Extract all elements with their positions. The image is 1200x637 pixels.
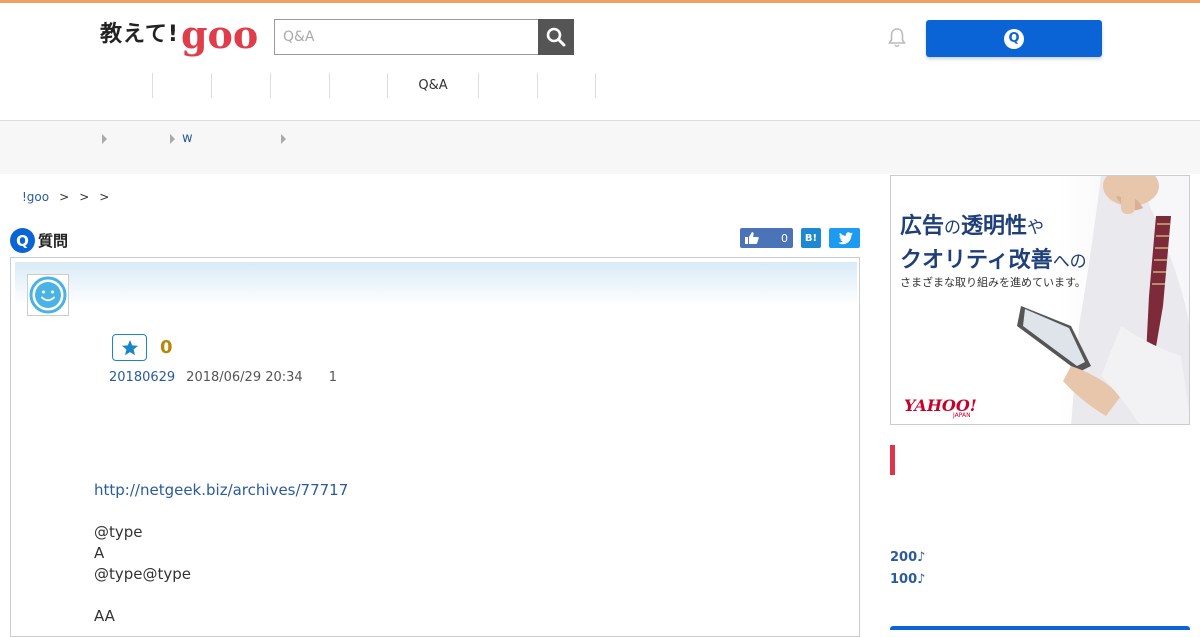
ad-headline-2: クオリティ改善への: [900, 242, 1087, 274]
main-nav: Q&A: [93, 73, 596, 98]
top-accent-bar: [0, 0, 1200, 3]
twitter-bird-icon: [837, 231, 853, 244]
yahoo-logo-sub: JAPAN: [953, 412, 971, 419]
breadcrumb-separator: >: [79, 190, 90, 204]
category-link[interactable]: w: [182, 131, 193, 146]
category-arrow-icon: [281, 134, 286, 144]
question-body: http://netgeek.biz/archives/77717 @type …: [94, 480, 348, 627]
facebook-like-button[interactable]: 0: [740, 228, 793, 248]
nav-item-3[interactable]: [211, 73, 270, 98]
nav-item-8[interactable]: [537, 73, 596, 98]
question-meta: 20180629 2018/06/29 20:34 1: [109, 370, 337, 385]
notification-button[interactable]: [885, 26, 909, 50]
breadcrumb: !goo > > >: [22, 190, 109, 204]
ad-text: や: [1027, 218, 1045, 238]
tweet-button[interactable]: [829, 228, 860, 248]
smiley-avatar-icon: [29, 276, 67, 314]
question-author[interactable]: 20180629: [109, 370, 175, 385]
search-bar: [274, 19, 574, 55]
avatar[interactable]: [27, 274, 69, 316]
sidebar-button-edge[interactable]: [890, 626, 1190, 630]
question-heading: Q 質問: [10, 228, 68, 253]
favorite-button[interactable]: [112, 334, 147, 361]
search-input[interactable]: [274, 19, 538, 55]
search-icon: [546, 27, 566, 47]
site-logo[interactable]: 教えて! goo: [100, 14, 258, 54]
sidebar-points-2: 100♪: [890, 572, 926, 587]
sidebar-section-marker: [890, 445, 895, 475]
nav-item-1[interactable]: [93, 73, 152, 98]
question-datetime: 2018/06/29 20:34: [186, 370, 303, 385]
ask-question-button[interactable]: Q: [926, 20, 1102, 57]
question-body-line: AA: [94, 607, 115, 625]
question-header-gradient: [15, 262, 857, 306]
question-body-line: @type@type: [94, 565, 192, 583]
q-icon: Q: [1004, 28, 1024, 49]
nav-item-4[interactable]: [270, 73, 329, 98]
category-arrow-icon: [170, 134, 175, 144]
answer-count: 1: [328, 370, 337, 385]
category-bar: w: [0, 121, 1200, 174]
logo-text: 教えて!: [100, 22, 179, 47]
category-arrow-icon: [102, 134, 107, 144]
ad-text: 広告: [900, 214, 945, 239]
favorite-count: 0: [160, 337, 173, 358]
nav-item-qa[interactable]: Q&A: [387, 73, 478, 98]
star-icon: [121, 339, 138, 355]
breadcrumb-home[interactable]: !goo: [22, 190, 49, 204]
search-button[interactable]: [538, 19, 574, 55]
nav-item-7[interactable]: [478, 73, 537, 98]
bell-icon: [888, 28, 906, 48]
logo-brand: goo: [180, 12, 259, 57]
question-body-link[interactable]: http://netgeek.biz/archives/77717: [94, 480, 348, 501]
ad-headline-1: 広告の透明性や: [900, 208, 1044, 240]
sidebar-points-1: 200♪: [890, 550, 926, 565]
breadcrumb-separator: >: [99, 190, 110, 204]
like-count: 0: [781, 231, 788, 245]
breadcrumb-separator: >: [59, 190, 70, 204]
question-body-line: @type: [94, 523, 143, 541]
hatena-bookmark-button[interactable]: B!: [801, 228, 821, 248]
ad-text: 透明性: [961, 214, 1028, 239]
advertisement-banner[interactable]: 広告の透明性や クオリティ改善への さまざまな取り組みを進めています。 YAHO…: [890, 175, 1190, 425]
ad-text: への: [1052, 252, 1087, 272]
question-body-line: A: [94, 544, 105, 562]
nav-item-2[interactable]: [152, 73, 211, 98]
nav-item-5[interactable]: [329, 73, 387, 98]
ad-text: の: [944, 218, 962, 238]
question-q-icon: Q: [10, 228, 35, 253]
ad-subtext: さまざまな取り組みを進めています。: [900, 276, 1086, 289]
ad-text: クオリティ改善: [900, 248, 1053, 273]
thumbs-up-icon: [745, 232, 759, 244]
question-section-label: 質問: [38, 232, 69, 250]
